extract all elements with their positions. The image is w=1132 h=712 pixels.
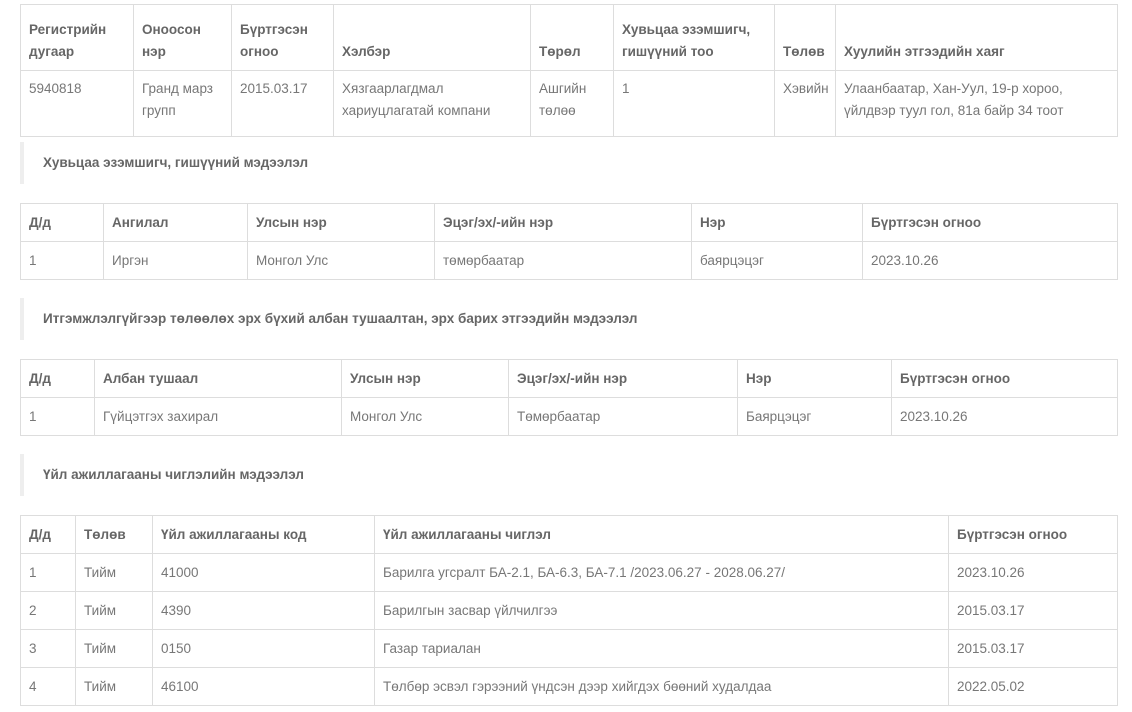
shareholders-table: Д/д Ангилал Улсын нэр Эцэг/эх/-ийн нэр Н… bbox=[20, 203, 1118, 280]
cell-address: Улаанбаатар, Хан-Уул, 19-р хороо, үйлдвэ… bbox=[835, 70, 1118, 137]
table-row: 3 Тийм 0150 Газар тариалан 2015.03.17 bbox=[20, 629, 1118, 668]
cell-position: Гүйцэтгэх захирал bbox=[94, 397, 342, 436]
table-row: 5940818 Гранд марз групп 2015.03.17 Хязг… bbox=[20, 70, 1118, 137]
cell-index: 4 bbox=[20, 667, 76, 706]
header-category: Ангилал bbox=[103, 203, 248, 242]
cell-category: Иргэн bbox=[103, 241, 248, 280]
table-row: 4 Тийм 46100 Төлбөр эсвэл гэрээний үндсэ… bbox=[20, 667, 1118, 706]
cell-activity-code: 46100 bbox=[152, 667, 375, 706]
cell-registered-date: 2023.10.26 bbox=[891, 397, 1118, 436]
table-header-row: Д/д Албан тушаал Улсын нэр Эцэг/эх/-ийн … bbox=[20, 359, 1118, 398]
cell-index: 1 bbox=[20, 553, 76, 592]
cell-status: Тийм bbox=[75, 667, 153, 706]
cell-parent-name: Төмөрбаатар bbox=[508, 397, 738, 436]
table-row: 1 Тийм 41000 Барилга угсралт БА-2.1, БА-… bbox=[20, 553, 1118, 592]
cell-activity-code: 0150 bbox=[152, 629, 375, 668]
cell-activity-code: 4390 bbox=[152, 591, 375, 630]
cell-status: Тийм bbox=[75, 591, 153, 630]
cell-country: Монгол Улс bbox=[247, 241, 435, 280]
cell-registered-date: 2015.03.17 bbox=[948, 629, 1118, 668]
header-parent-name: Эцэг/эх/-ийн нэр bbox=[508, 359, 738, 398]
header-name: Нэр bbox=[691, 203, 863, 242]
header-registered-date: Бүртгэсэн огноо bbox=[948, 515, 1118, 554]
cell-registered-date: 2023.10.26 bbox=[948, 553, 1118, 592]
section-title-shareholders: Хувьцаа эзэмшигч, гишүүний мэдээлэл bbox=[20, 142, 1117, 184]
table-row: 2 Тийм 4390 Барилгын засвар үйлчилгээ 20… bbox=[20, 591, 1118, 630]
table-row: 1 Гүйцэтгэх захирал Монгол Улс Төмөрбаат… bbox=[20, 397, 1118, 436]
section-title-officials: Итгэмжлэлгүйгээр төлөөлөх эрх бүхий алба… bbox=[20, 298, 1117, 340]
cell-registered-date: 2022.05.02 bbox=[948, 667, 1118, 706]
cell-status: Тийм bbox=[75, 629, 153, 668]
cell-index: 1 bbox=[20, 241, 104, 280]
cell-activity-description: Газар тариалан bbox=[374, 629, 949, 668]
header-registered-date: Бүртгэсэн огноо bbox=[891, 359, 1118, 398]
header-position: Албан тушаал bbox=[94, 359, 342, 398]
header-address: Хуулийн этгээдийн хаяг bbox=[835, 4, 1118, 71]
activities-table: Д/д Төлөв Үйл ажиллагааны код Үйл ажилла… bbox=[20, 515, 1118, 706]
cell-status: Хэвийн bbox=[774, 70, 836, 137]
header-status: Төлөв bbox=[75, 515, 153, 554]
cell-registered-date: 2015.03.17 bbox=[231, 70, 334, 137]
cell-activity-description: Барилгын засвар үйлчилгээ bbox=[374, 591, 949, 630]
header-shareholder-count: Хувьцаа эзэмшигч, гишүүний тоо bbox=[613, 4, 775, 71]
cell-registered-date: 2015.03.17 bbox=[948, 591, 1118, 630]
cell-register-number: 5940818 bbox=[20, 70, 134, 137]
company-info-table: Регистрийн дугаар Оноосон нэр Бүртгэсэн … bbox=[20, 4, 1118, 137]
cell-country: Монгол Улс bbox=[341, 397, 509, 436]
cell-parent-name: төмөрбаатар bbox=[434, 241, 692, 280]
cell-activity-code: 41000 bbox=[152, 553, 375, 592]
header-activity-code: Үйл ажиллагааны код bbox=[152, 515, 375, 554]
header-company-name: Оноосон нэр bbox=[133, 4, 232, 71]
cell-activity-description: Төлбөр эсвэл гэрээний үндсэн дээр хийгдэ… bbox=[374, 667, 949, 706]
table-header-row: Д/д Ангилал Улсын нэр Эцэг/эх/-ийн нэр Н… bbox=[20, 203, 1118, 242]
header-parent-name: Эцэг/эх/-ийн нэр bbox=[434, 203, 692, 242]
header-register-number: Регистрийн дугаар bbox=[20, 4, 134, 71]
cell-company-name: Гранд марз групп bbox=[133, 70, 232, 137]
header-activity-description: Үйл ажиллагааны чиглэл bbox=[374, 515, 949, 554]
cell-index: 2 bbox=[20, 591, 76, 630]
header-index: Д/д bbox=[20, 359, 95, 398]
section-title-activities: Үйл ажиллагааны чиглэлийн мэдээлэл bbox=[20, 454, 1117, 496]
header-legal-form: Хэлбэр bbox=[333, 4, 531, 71]
header-name: Нэр bbox=[737, 359, 892, 398]
table-row: 1 Иргэн Монгол Улс төмөрбаатар баярцэцэг… bbox=[20, 241, 1118, 280]
cell-shareholder-count: 1 bbox=[613, 70, 775, 137]
header-registered-date: Бүртгэсэн огноо bbox=[862, 203, 1118, 242]
officials-table: Д/д Албан тушаал Улсын нэр Эцэг/эх/-ийн … bbox=[20, 359, 1118, 436]
table-header-row: Д/д Төлөв Үйл ажиллагааны код Үйл ажилла… bbox=[20, 515, 1118, 554]
table-header-row: Регистрийн дугаар Оноосон нэр Бүртгэсэн … bbox=[20, 4, 1118, 71]
cell-name: баярцэцэг bbox=[691, 241, 863, 280]
header-country: Улсын нэр bbox=[341, 359, 509, 398]
cell-legal-form: Хязгаарлагдмал хариуцлагатай компани bbox=[333, 70, 531, 137]
cell-name: Баярцэцэг bbox=[737, 397, 892, 436]
header-status: Төлөв bbox=[774, 4, 836, 71]
cell-registered-date: 2023.10.26 bbox=[862, 241, 1118, 280]
header-registered-date: Бүртгэсэн огноо bbox=[231, 4, 334, 71]
cell-activity-description: Барилга угсралт БА-2.1, БА-6.3, БА-7.1 /… bbox=[374, 553, 949, 592]
cell-status: Тийм bbox=[75, 553, 153, 592]
header-index: Д/д bbox=[20, 203, 104, 242]
cell-index: 3 bbox=[20, 629, 76, 668]
cell-index: 1 bbox=[20, 397, 95, 436]
header-index: Д/д bbox=[20, 515, 76, 554]
cell-type: Ашгийн төлөө bbox=[530, 70, 614, 137]
header-type: Төрөл bbox=[530, 4, 614, 71]
header-country: Улсын нэр bbox=[247, 203, 435, 242]
